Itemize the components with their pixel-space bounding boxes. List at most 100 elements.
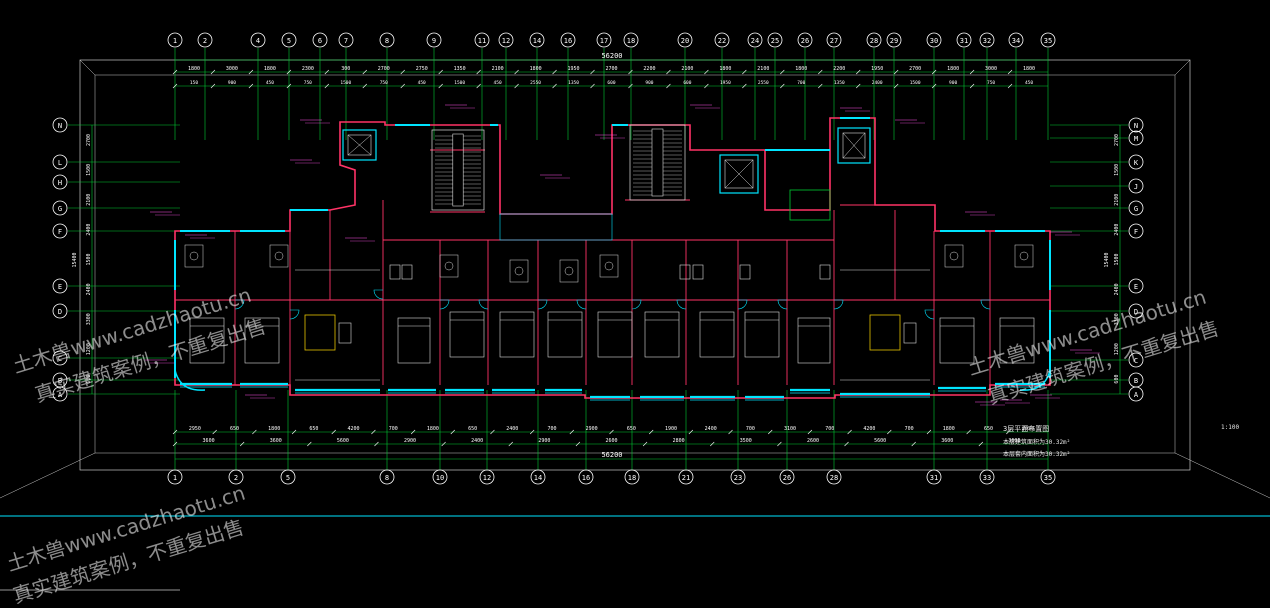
dim-top-2-text: 1500 [910,80,921,86]
door-swing [631,299,642,310]
dim-top-2-text: 450 [266,80,274,86]
column-label-top: 29 [890,37,898,45]
row-label-left: A [58,391,63,399]
dim-bottom-2-text: 3600 [941,438,953,444]
dim-top-1-text: 2200 [833,66,845,72]
row-label-left: B [58,377,62,385]
door-swing [924,309,935,320]
dim-right-text: 2400 [1114,283,1120,295]
door-swing [676,299,687,310]
dim-left-text: 1500 [86,164,92,176]
dim-left-text: 2400 [86,224,92,236]
stair-core-left [431,129,485,211]
row-label-left: D [58,308,62,316]
side-total-left: 15400 [72,252,78,267]
dim-bottom-1-text: 2900 [586,426,598,432]
row-label-right: B [1134,377,1138,385]
door-swing [478,299,489,310]
row-label-left: H [58,179,62,187]
dim-top-2-text: 750 [380,80,388,86]
total-dimension-top: 56200 [601,52,622,60]
tea-table [338,322,352,344]
dim-top-2-text: 1500 [454,80,465,86]
bed [244,317,280,364]
column-label-top: 22 [718,37,726,45]
side-total-right: 15400 [1104,252,1110,267]
door-swing [777,299,788,310]
row-label-right: J [1134,183,1138,191]
column-label-top: 34 [1012,37,1020,45]
dim-bottom-2-text: 3600 [270,438,282,444]
row-label-left: F [58,228,62,236]
bed [999,317,1035,364]
door-swing [537,299,548,310]
dim-bottom-1-text: 2950 [189,426,201,432]
dim-bottom-1-text: 4200 [863,426,875,432]
border-corner-line [1174,452,1270,499]
dim-top-2-text: 450 [418,80,426,86]
row-label-right: A [1134,391,1139,399]
dim-top-1-text: 1950 [871,66,883,72]
dim-top-1-text: 1800 [188,66,200,72]
dim-bottom-1-text: 700 [547,426,556,432]
floor-plan-canvas: 562001800 3000 1800 2300 300 2700 2750 1350 2100… [0,32,1270,591]
column-label-top: 26 [801,37,809,45]
dim-top-1-text: 2700 [909,66,921,72]
column-label-top: 12 [502,37,510,45]
row-label-right: M [1134,135,1138,143]
dim-top-2-text: 900 [949,80,957,86]
column-label-top: 4 [256,37,260,45]
border-corner-line [79,59,96,76]
stair-core-right-well [651,128,664,197]
dim-bottom-2-text: 2600 [807,438,819,444]
axis-grid [68,48,1128,470]
dim-right-text: 1200 [1114,343,1120,355]
bed [939,317,975,364]
bathroom-fixture [509,259,529,283]
sofa [869,314,901,351]
bed [644,311,680,358]
dining-table [401,264,413,280]
dim-top-1-text: 1950 [568,66,580,72]
border-corner-line [0,452,96,499]
corridor [499,213,613,241]
dim-top-1-text: 2700 [378,66,390,72]
column-label-top: 2 [203,37,207,45]
column-label-bottom: 35 [1044,474,1052,482]
dim-left-text: 1200 [86,343,92,355]
column-label-bottom: 18 [628,474,636,482]
row-label-right: K [1134,159,1139,167]
toilet-bowl [564,266,574,276]
column-label-bottom: 26 [783,474,791,482]
toilet-bowl [274,251,284,261]
column-label-top: 30 [930,37,938,45]
dim-top-2-text: 2550 [530,80,541,86]
dim-bottom-2-text: 2900 [538,438,550,444]
dim-left-text: 3300 [86,313,92,325]
building-plan [145,104,1100,406]
dim-right-text: 3300 [1114,313,1120,325]
dim-right-text: 2100 [1114,194,1120,206]
stair-core-left-well [452,133,464,207]
dim-bottom-1-text: 650 [627,426,636,432]
dim-bottom-1-text: 650 [309,426,318,432]
area-note-1: 本层建筑面积为30.32m² [1003,439,1071,446]
dim-top-2-text: 900 [645,80,653,86]
dim-top-1-text: 1800 [719,66,731,72]
dim-top-1-text: 1800 [530,66,542,72]
column-label-top: 1 [173,37,177,45]
dim-top-1-text: 1800 [947,66,959,72]
door-swing [373,289,384,300]
column-label-bottom: 12 [483,474,491,482]
door-swing [833,299,844,310]
dim-bottom-2-text: 2600 [605,438,617,444]
bed [699,311,735,358]
dim-bottom-1-text: 2400 [506,426,518,432]
door-swing [234,299,245,310]
column-label-bottom: 31 [930,474,938,482]
sofa [304,314,336,351]
bed [397,317,431,364]
column-label-bottom: 5 [286,474,290,482]
dim-bottom-1-text: 1800 [427,426,439,432]
dim-bottom-2-text: 3500 [740,438,752,444]
